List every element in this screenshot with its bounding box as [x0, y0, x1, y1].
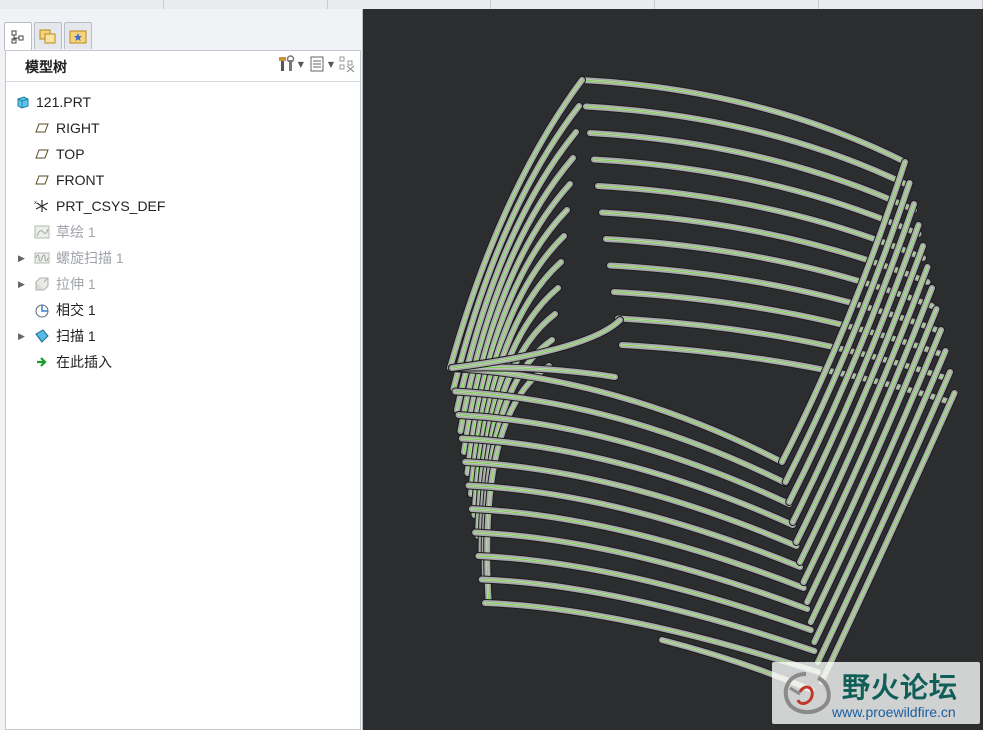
ribbon-tab-6[interactable]	[819, 0, 983, 9]
ribbon-tab-2[interactable]	[164, 0, 328, 9]
tree-item[interactable]: 相交 1	[6, 297, 360, 323]
filter-tree-icon	[339, 56, 355, 73]
extrude-icon	[34, 276, 50, 292]
navigator-tabs	[4, 22, 92, 50]
sketch-icon	[34, 224, 50, 240]
tree-item-label: 扫描 1	[56, 328, 96, 344]
datum-plane-icon	[34, 146, 50, 162]
tree-item[interactable]: ▶ 螺旋扫描 1	[6, 245, 360, 271]
tree-item-label: 拉伸 1	[56, 276, 96, 292]
tree-item-label: FRONT	[56, 172, 105, 188]
expand-arrow-icon[interactable]: ▶	[18, 331, 28, 342]
show-options-button[interactable]: ▼	[308, 55, 334, 73]
model-tree-pane: 模型树 ▼ ▼ 121.PRT RIGHT TOP FRONT x PRT_CS…	[5, 50, 361, 730]
insert-here-arrow-icon	[34, 354, 50, 370]
ribbon-tab-5[interactable]	[655, 0, 820, 9]
tree-item-label: 螺旋扫描 1	[56, 250, 124, 266]
chevron-down-icon: ▼	[297, 59, 304, 69]
settings-tools-button[interactable]: ▼	[278, 55, 304, 73]
coil-model-render[interactable]	[363, 9, 983, 730]
expand-arrow-icon[interactable]: ▶	[18, 253, 28, 264]
tree-item[interactable]: RIGHT	[6, 115, 360, 141]
graphics-viewport[interactable]	[363, 9, 983, 730]
tree-item[interactable]: FRONT	[6, 167, 360, 193]
tree-item-label: 121.PRT	[36, 94, 91, 110]
chevron-down-icon: ▼	[327, 59, 334, 69]
tree-item[interactable]: ▶ 拉伸 1	[6, 271, 360, 297]
navigator-panel: 模型树 ▼ ▼ 121.PRT RIGHT TOP FRONT x PRT_CS…	[0, 9, 363, 730]
tree-item[interactable]: ▶ 扫描 1	[6, 323, 360, 349]
coordinate-system-icon: x	[34, 198, 50, 214]
ribbon-tab-4[interactable]	[491, 0, 656, 9]
tree-item[interactable]: TOP	[6, 141, 360, 167]
intersect-icon	[34, 302, 50, 318]
tree-item-label: 在此插入	[56, 354, 112, 370]
datum-plane-icon	[34, 120, 50, 136]
model-tree-header: 模型树 ▼ ▼	[6, 51, 360, 82]
helical-sweep-icon	[34, 250, 50, 266]
part-icon	[15, 94, 31, 110]
watermark-title: 野火论坛	[842, 671, 959, 704]
panel-title: 模型树	[25, 59, 67, 75]
list-icon	[310, 56, 324, 72]
tree-item-label: RIGHT	[56, 120, 100, 136]
forum-logo-icon	[783, 672, 831, 714]
tree-item-label: 草绘 1	[56, 224, 96, 240]
tree-item-label: 相交 1	[56, 302, 96, 318]
sweep-icon	[34, 328, 50, 344]
model-tree-icon	[11, 30, 24, 43]
tree-item[interactable]: 在此插入	[6, 349, 360, 375]
tree-item[interactable]: 121.PRT	[6, 89, 360, 115]
watermark-url: www.proewildfire.cn	[832, 704, 956, 720]
tab-folder-browser[interactable]	[34, 22, 62, 49]
tree-item[interactable]: x PRT_CSYS_DEF	[6, 193, 360, 219]
folder-browser-icon	[39, 29, 56, 44]
datum-plane-icon	[34, 172, 50, 188]
tree-item-label: PRT_CSYS_DEF	[56, 198, 166, 214]
tree-filter-button[interactable]	[338, 55, 356, 73]
ribbon-tab-3[interactable]	[328, 0, 492, 9]
svg-text:x: x	[34, 200, 37, 206]
tree-item-label: TOP	[56, 146, 85, 162]
tree-item[interactable]: 草绘 1	[6, 219, 360, 245]
forum-watermark: 野火论坛 www.proewildfire.cn	[772, 662, 980, 724]
tools-icon	[278, 55, 294, 71]
ribbon-tab-1[interactable]	[0, 0, 164, 9]
favorites-icon	[69, 30, 87, 44]
tab-model-tree[interactable]	[4, 22, 32, 50]
model-tree-toolbar: ▼ ▼	[278, 55, 356, 73]
tab-favorites[interactable]	[64, 22, 92, 49]
expand-arrow-icon[interactable]: ▶	[18, 279, 28, 290]
